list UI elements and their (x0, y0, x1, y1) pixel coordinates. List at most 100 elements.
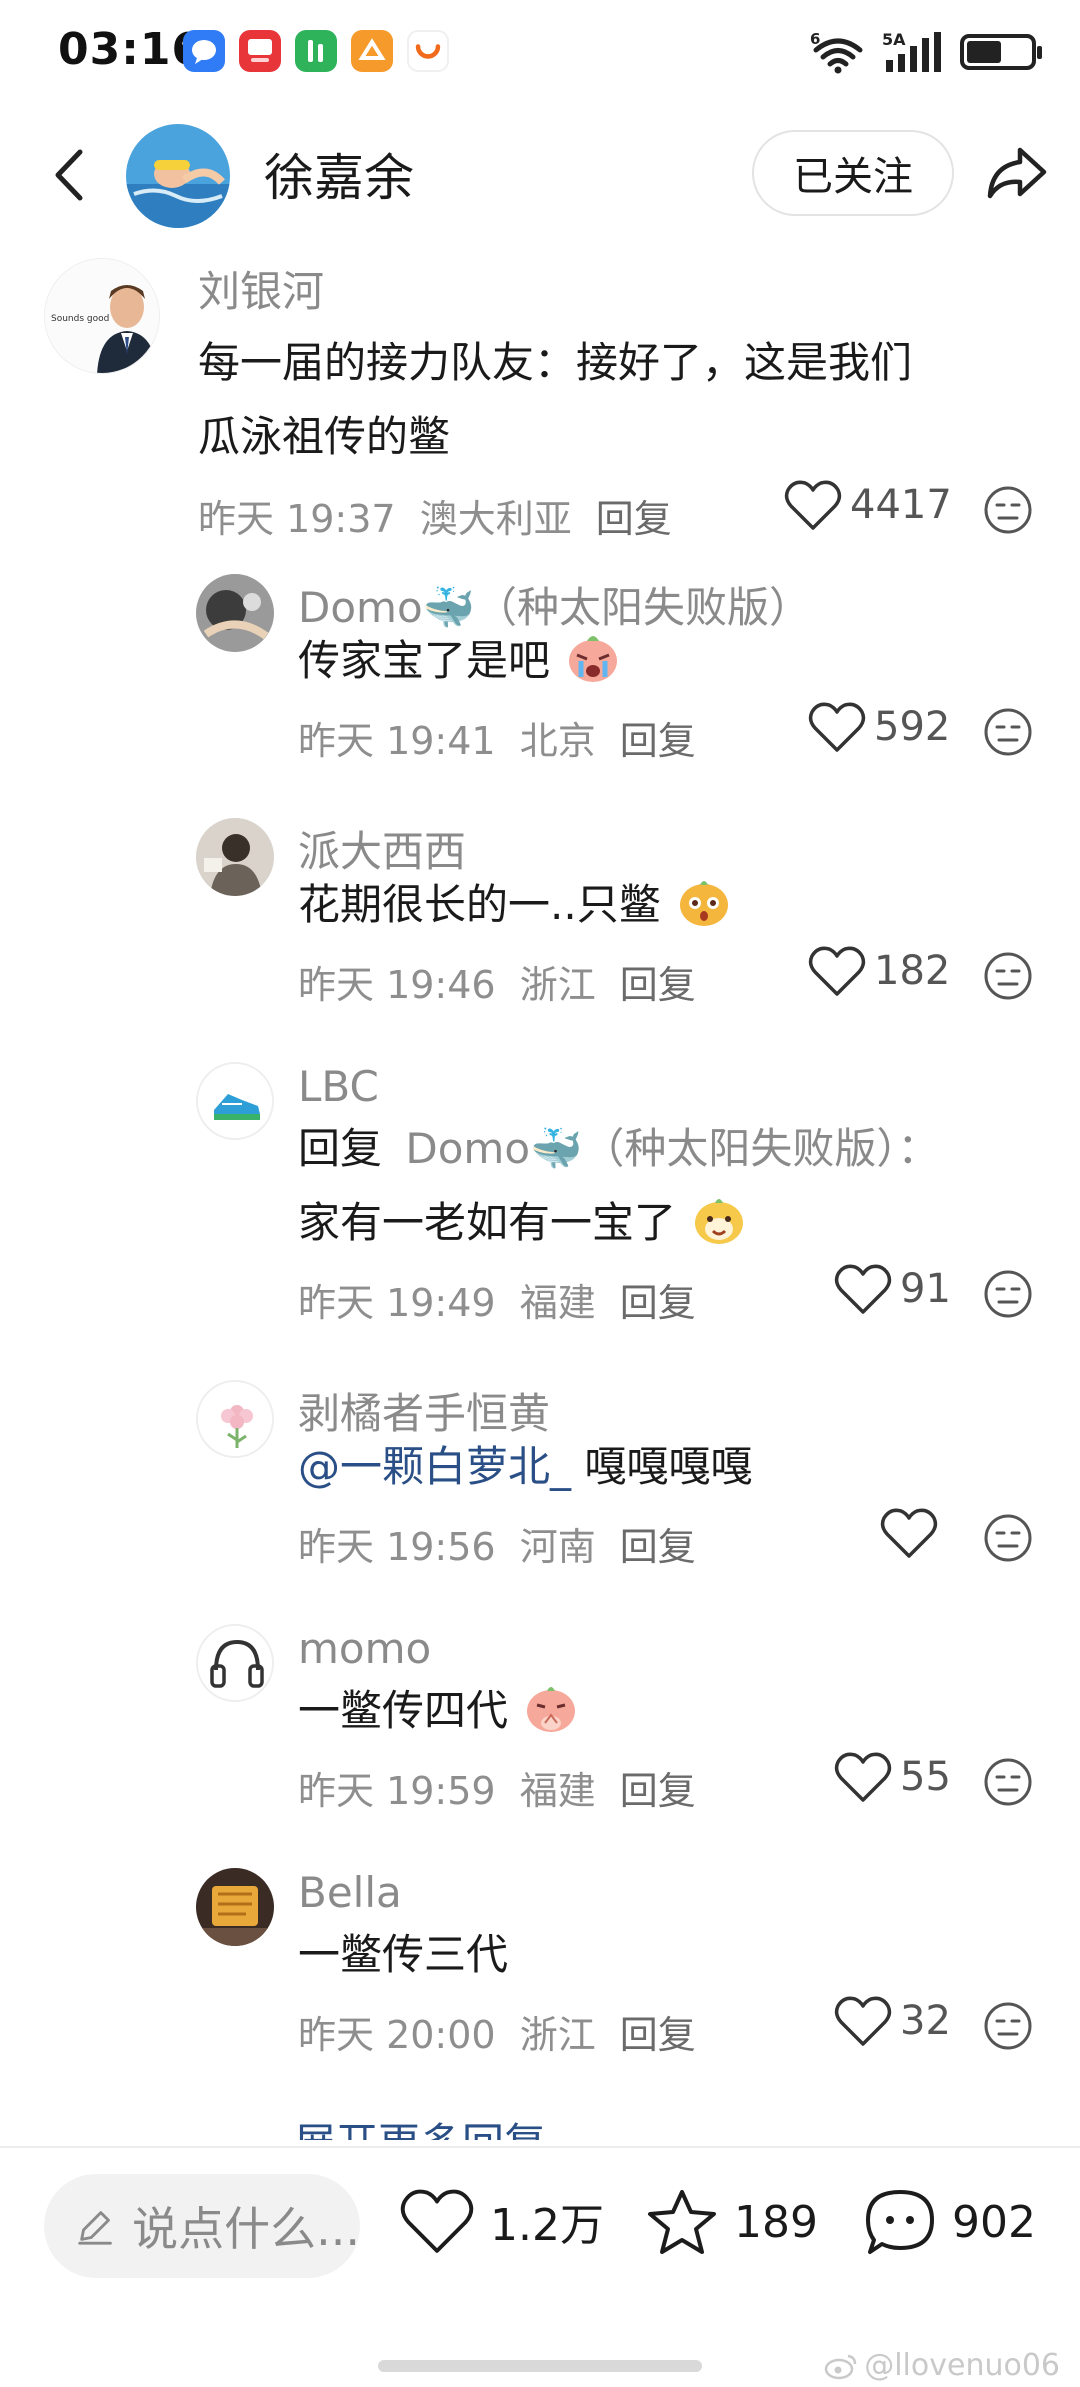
comment-meta: 昨天 19:49 福建 回复 (298, 1272, 696, 1327)
comment-meta: 昨天 19:41 北京 回复 (298, 710, 696, 765)
reply-button[interactable]: 回复 (620, 1525, 696, 1569)
reader-app-icon (351, 30, 393, 72)
watermark-text: @llovenuo06 (864, 2348, 1060, 2383)
share-button[interactable] (984, 140, 1050, 206)
comment-author[interactable]: Bella (298, 1868, 402, 1917)
comment-text: 一鳖传四代 (298, 1674, 579, 1748)
comment-text-line: 回复 Domo🐳（种太阳失败版）： (298, 1112, 939, 1186)
avatar[interactable] (196, 1624, 274, 1702)
comment-author[interactable]: LBC (298, 1062, 379, 1111)
like-count: 592 (874, 704, 951, 750)
comment-count: 902 (952, 2196, 1036, 2248)
reply-button[interactable]: 回复 (620, 719, 696, 763)
share-icon (987, 147, 1047, 199)
dislike-face-icon[interactable] (982, 706, 1034, 758)
comment-thread: Sounds good 刘银河 每一届的接力队友：接好了，这是我们 瓜泳祖传的鳖… (0, 240, 1080, 2140)
comment-text-body: 传家宝了是吧 (298, 636, 551, 685)
status-bar: 03:16 6 5A (0, 0, 1080, 110)
reply-target[interactable]: Domo🐳（种太阳失败版）： (405, 1124, 939, 1173)
reply-button[interactable]: 回复 (620, 963, 696, 1007)
crying-emoji-icon (569, 636, 618, 682)
comment-time: 昨天 20:00 (298, 2013, 496, 2057)
comment-input-placeholder: 说点什么... (132, 2202, 360, 2256)
like-button[interactable]: 91 (834, 1262, 951, 1316)
comment-text: 花期很长的一..只鳖 (298, 868, 732, 942)
comment-text: 家有一老如有一宝了 (298, 1186, 747, 1260)
like-post-button[interactable]: 1.2万 (398, 2186, 604, 2256)
show-more-replies-link[interactable]: 展开更多回复 (294, 2110, 546, 2140)
like-button[interactable]: 4417 (784, 478, 952, 532)
reply-button[interactable]: 回复 (620, 1769, 696, 1813)
dislike-face-icon[interactable] (982, 950, 1034, 1002)
avatar[interactable]: Sounds good (44, 258, 160, 374)
ride-app-icon (407, 30, 449, 72)
comment-time: 昨天 19:46 (298, 963, 496, 1007)
home-indicator[interactable] (378, 2360, 702, 2372)
like-button[interactable] (880, 1506, 946, 1560)
avatar[interactable] (196, 1062, 274, 1140)
status-time: 03:16 (58, 24, 204, 75)
dislike-face-icon[interactable] (982, 2000, 1034, 2052)
comment-location: 河南 (519, 1525, 596, 1569)
signal-icon: 5A (882, 30, 941, 72)
reply-button[interactable]: 回复 (620, 1281, 696, 1325)
notification-icons (183, 30, 449, 72)
bottom-action-bar: 说点什么... 1.2万 189 902 @llovenuo06 (0, 2148, 1080, 2387)
dislike-face-icon[interactable] (982, 484, 1034, 536)
avatar-caption: Sounds good (51, 314, 109, 324)
like-count: 4417 (850, 482, 952, 528)
like-count: 182 (874, 948, 951, 994)
avatar[interactable] (196, 1868, 274, 1946)
avatar[interactable] (196, 1380, 274, 1458)
avatar[interactable] (196, 574, 274, 652)
comment-location: 福建 (519, 1769, 596, 1813)
comment-meta: 昨天 20:00 浙江 回复 (298, 2004, 696, 2059)
like-button[interactable]: 55 (834, 1750, 951, 1804)
like-button[interactable]: 32 (834, 1994, 951, 2048)
dislike-face-icon[interactable] (982, 1512, 1034, 1564)
comment-location: 澳大利亚 (419, 497, 572, 541)
dislike-face-icon[interactable] (982, 1268, 1034, 1320)
comment-meta: 昨天 19:46 浙江 回复 (298, 954, 696, 1009)
favorite-button[interactable]: 189 (644, 2186, 818, 2258)
page-title: 徐嘉余 (264, 149, 414, 207)
comment-location: 浙江 (519, 2013, 596, 2057)
comment-text: 传家宝了是吧 (298, 624, 621, 698)
reply-button[interactable]: 回复 (596, 497, 672, 541)
header: 徐嘉余 已关注 (0, 110, 1080, 240)
following-button[interactable]: 已关注 (752, 130, 954, 216)
comment-input[interactable]: 说点什么... (44, 2174, 360, 2278)
back-button[interactable] (42, 140, 102, 210)
message-app-icon (183, 30, 225, 72)
like-button[interactable]: 182 (808, 944, 950, 998)
heart-icon (834, 1752, 892, 1802)
author-avatar[interactable] (126, 124, 230, 228)
wifi-icon: 6 (810, 30, 863, 74)
comment-location: 福建 (519, 1281, 596, 1325)
mention-link[interactable]: @一颗白萝北_ (298, 1442, 571, 1491)
like-count: 32 (900, 1998, 951, 2044)
comment-text: 一鳖传三代 (298, 1930, 509, 1979)
comment-meta: 昨天 19:37 澳大利亚 回复 (198, 488, 672, 543)
heart-icon (808, 702, 866, 752)
reply-button[interactable]: 回复 (620, 2013, 696, 2057)
dislike-face-icon[interactable] (982, 1756, 1034, 1808)
heart-icon (400, 2189, 474, 2253)
comment-time: 昨天 19:59 (298, 1769, 496, 1813)
heart-icon (784, 480, 842, 530)
shopping-app-icon (239, 30, 281, 72)
chevron-left-icon (55, 149, 83, 201)
like-button[interactable]: 592 (808, 700, 950, 754)
battery-icon (960, 34, 1042, 70)
comment-text-body: 花期很长的一..只鳖 (298, 880, 661, 929)
comments-button[interactable]: 902 (862, 2186, 1036, 2258)
favorite-count: 189 (734, 2196, 818, 2248)
comment-text-body: 家有一老如有一宝了 (298, 1198, 677, 1247)
comment-bubble-icon (866, 2190, 934, 2254)
comment-author[interactable]: momo (298, 1624, 431, 1673)
comment-text: @一颗白萝北_ 嘎嘎嘎嘎 (298, 1430, 752, 1504)
avatar[interactable] (196, 818, 274, 896)
comment-author[interactable]: 刘银河 (198, 258, 324, 319)
comment-text-body: 嘎嘎嘎嘎 (571, 1442, 753, 1491)
heart-icon (880, 1508, 938, 1558)
